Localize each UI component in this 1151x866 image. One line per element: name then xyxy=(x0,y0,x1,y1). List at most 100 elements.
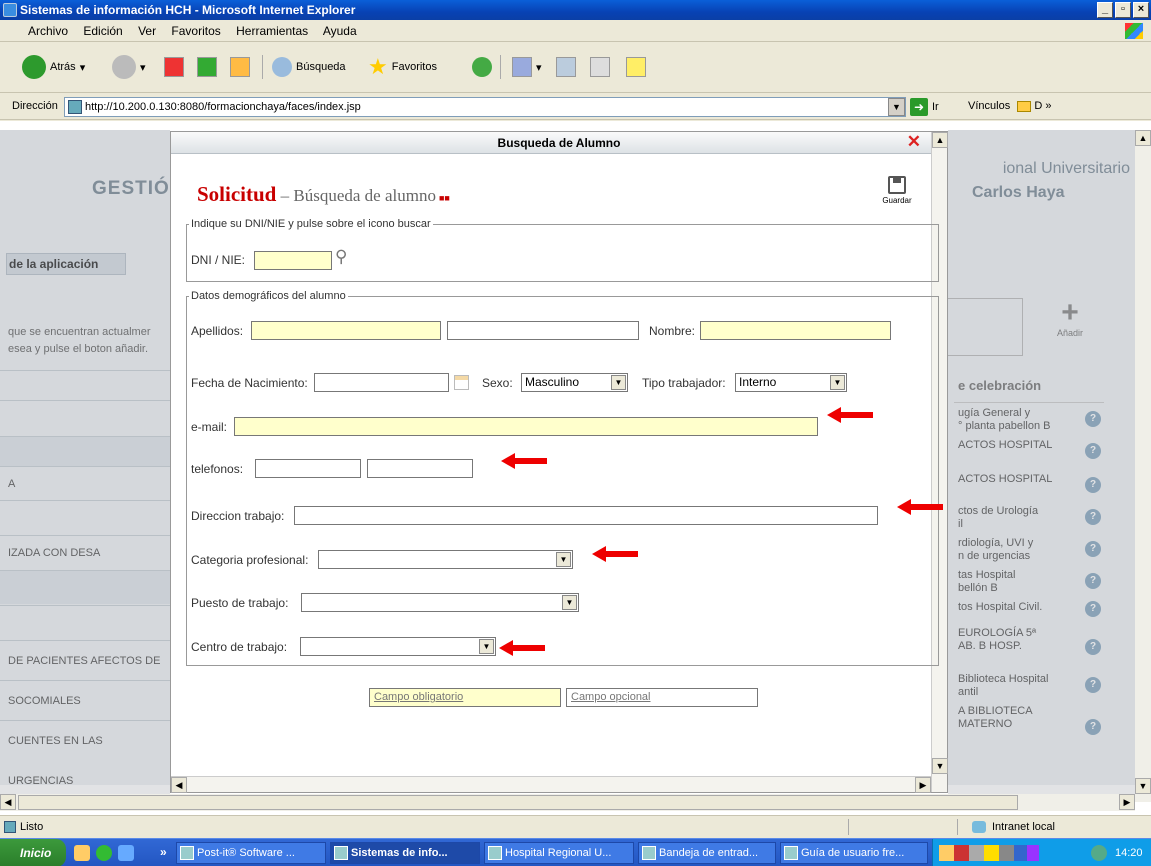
dialog-title: Busqueda de Alumno xyxy=(497,136,621,150)
telefonos-label: telefonos: xyxy=(191,462,244,476)
search-student-dialog: Busqueda de Alumno ✕ ▲ ▼ ◀ ▶ Solicitud –… xyxy=(170,131,948,793)
menu-edicion[interactable]: Edición xyxy=(83,24,122,38)
apellido1-input[interactable] xyxy=(251,321,441,340)
go-arrow-icon: ➜ xyxy=(910,98,928,116)
nombre-label: Nombre: xyxy=(649,324,696,338)
menu-archivo[interactable]: Archivo xyxy=(28,24,68,38)
floppy-disk-icon xyxy=(888,176,906,194)
annotation-arrow xyxy=(501,453,547,469)
address-input[interactable]: http://10.200.0.130:8080/formacionchaya/… xyxy=(64,97,906,117)
nombre-input[interactable] xyxy=(700,321,891,340)
sexo-select[interactable]: Masculino ▼ xyxy=(521,373,628,392)
categoria-select[interactable]: ▼ xyxy=(318,550,573,569)
mail-icon[interactable] xyxy=(512,57,532,77)
annotation-arrow xyxy=(592,546,638,562)
dni-input[interactable] xyxy=(254,251,332,270)
email-input[interactable] xyxy=(234,417,818,436)
centro-select[interactable]: ▼ xyxy=(300,637,496,656)
menu-herramientas[interactable]: Herramientas xyxy=(236,24,308,38)
sexo-label: Sexo: xyxy=(482,376,513,390)
chevron-down-icon: ▼ xyxy=(611,375,626,390)
telefono1-input[interactable] xyxy=(255,459,361,478)
close-window-button[interactable]: × xyxy=(1133,2,1149,18)
chevron-down-icon: ▼ xyxy=(479,639,494,654)
email-label: e-mail: xyxy=(191,420,228,434)
direccion-input[interactable] xyxy=(294,506,878,525)
breadcrumb-icon: ■■ xyxy=(438,193,450,203)
puesto-label: Puesto de trabajo: xyxy=(191,596,289,610)
annotation-arrow xyxy=(827,407,873,423)
tipo-trabajador-label: Tipo trabajador: xyxy=(642,376,726,390)
window-title: Sistemas de información HCH - Microsoft … xyxy=(20,3,356,17)
note-icon[interactable] xyxy=(626,57,646,77)
home-icon[interactable] xyxy=(230,57,250,77)
status-bar: Listo Intranet local xyxy=(0,815,1151,837)
windows-logo-icon xyxy=(1125,23,1143,39)
fecha-label: Fecha de Nacimiento: xyxy=(191,376,308,390)
taskbar-item-ie-active[interactable]: Sistemas de info... xyxy=(330,842,480,864)
taskbar-item-outlook[interactable]: Bandeja de entrad... xyxy=(638,842,776,864)
stop-icon[interactable] xyxy=(164,57,184,77)
save-button[interactable]: Guardar xyxy=(877,176,917,205)
menu-ayuda[interactable]: Ayuda xyxy=(323,24,357,38)
page-icon xyxy=(4,821,16,833)
expand-icon[interactable]: » xyxy=(160,845,167,859)
go-button[interactable]: ➜ Ir xyxy=(910,98,939,116)
address-dropdown-button[interactable]: ▼ xyxy=(888,98,905,116)
print-icon[interactable] xyxy=(556,57,576,77)
quick-launch-icon[interactable] xyxy=(74,845,90,861)
dialog-horizontal-scrollbar[interactable]: ◀ ▶ xyxy=(171,776,931,793)
links-bar[interactable]: Vínculos D » xyxy=(968,100,1051,112)
refresh-icon[interactable] xyxy=(197,57,217,77)
quick-launch-icon[interactable] xyxy=(96,845,112,861)
annotation-arrow xyxy=(897,499,943,515)
dialog-title-bar: Busqueda de Alumno ✕ xyxy=(171,132,947,154)
ie-window-icon xyxy=(3,3,17,17)
optional-field-legend: Campo opcional xyxy=(566,688,758,707)
search-button[interactable]: Búsqueda xyxy=(272,53,346,81)
page-vertical-scrollbar[interactable]: ▲ ▼ xyxy=(1135,130,1151,802)
zone-text: Intranet local xyxy=(992,821,1055,833)
tray-icons[interactable] xyxy=(939,845,1039,861)
categoria-label: Categoria profesional: xyxy=(191,553,309,567)
forward-button[interactable]: ▾ xyxy=(112,53,146,81)
tipo-trabajador-select[interactable]: Interno ▼ xyxy=(735,373,847,392)
menu-favoritos[interactable]: Favoritos xyxy=(171,24,220,38)
quick-launch-icon[interactable] xyxy=(118,845,134,861)
back-button[interactable]: Atrás ▾ xyxy=(22,53,85,81)
apellidos-label: Apellidos: xyxy=(191,324,244,338)
chevron-down-icon: ▼ xyxy=(830,375,845,390)
history-icon[interactable] xyxy=(472,57,492,77)
dialog-close-icon[interactable]: ✕ xyxy=(907,133,921,151)
dni-fieldset: Indique su DNI/NIE y pulse sobre el icon… xyxy=(186,218,939,282)
taskbar-item-postit[interactable]: Post-it® Software ... xyxy=(176,842,326,864)
apellido2-input[interactable] xyxy=(447,321,639,340)
browser-page: GESTIÓN de la aplicación que se encuentr… xyxy=(0,121,1151,815)
telefono2-input[interactable] xyxy=(367,459,473,478)
search-icon[interactable]: ⚲ xyxy=(335,247,347,267)
chevron-down-icon: ▼ xyxy=(562,595,577,610)
start-button[interactable]: Inicio xyxy=(0,839,66,866)
menu-ver[interactable]: Ver xyxy=(138,24,156,38)
back-arrow-icon xyxy=(22,55,46,79)
taskbar: Inicio » Post-it® Software ... Sistemas … xyxy=(0,838,1151,866)
forward-arrow-icon xyxy=(112,55,136,79)
star-icon: ★ xyxy=(368,54,388,79)
maximize-button[interactable]: ▫ xyxy=(1115,2,1131,18)
page-title: Solicitud – Búsqueda de alumno ■■ xyxy=(197,182,450,206)
tray-icon[interactable] xyxy=(1091,845,1107,861)
minimize-button[interactable]: _ xyxy=(1097,2,1113,18)
page-icon xyxy=(68,100,82,114)
dni-label: DNI / NIE: xyxy=(191,253,246,267)
taskbar-item-hospital[interactable]: Hospital Regional U... xyxy=(484,842,634,864)
edit-icon[interactable] xyxy=(590,57,610,77)
calendar-icon[interactable] xyxy=(454,375,469,390)
chevron-down-icon: ▼ xyxy=(556,552,571,567)
favorites-button[interactable]: ★ Favoritos xyxy=(368,53,437,81)
centro-label: Centro de trabajo: xyxy=(191,640,288,654)
page-horizontal-scrollbar[interactable]: ◀ ▶ xyxy=(0,794,1135,811)
annotation-arrow xyxy=(499,640,545,656)
birthdate-input[interactable] xyxy=(314,373,449,392)
taskbar-item-word[interactable]: Guía de usuario fre... xyxy=(780,842,928,864)
puesto-select[interactable]: ▼ xyxy=(301,593,579,612)
